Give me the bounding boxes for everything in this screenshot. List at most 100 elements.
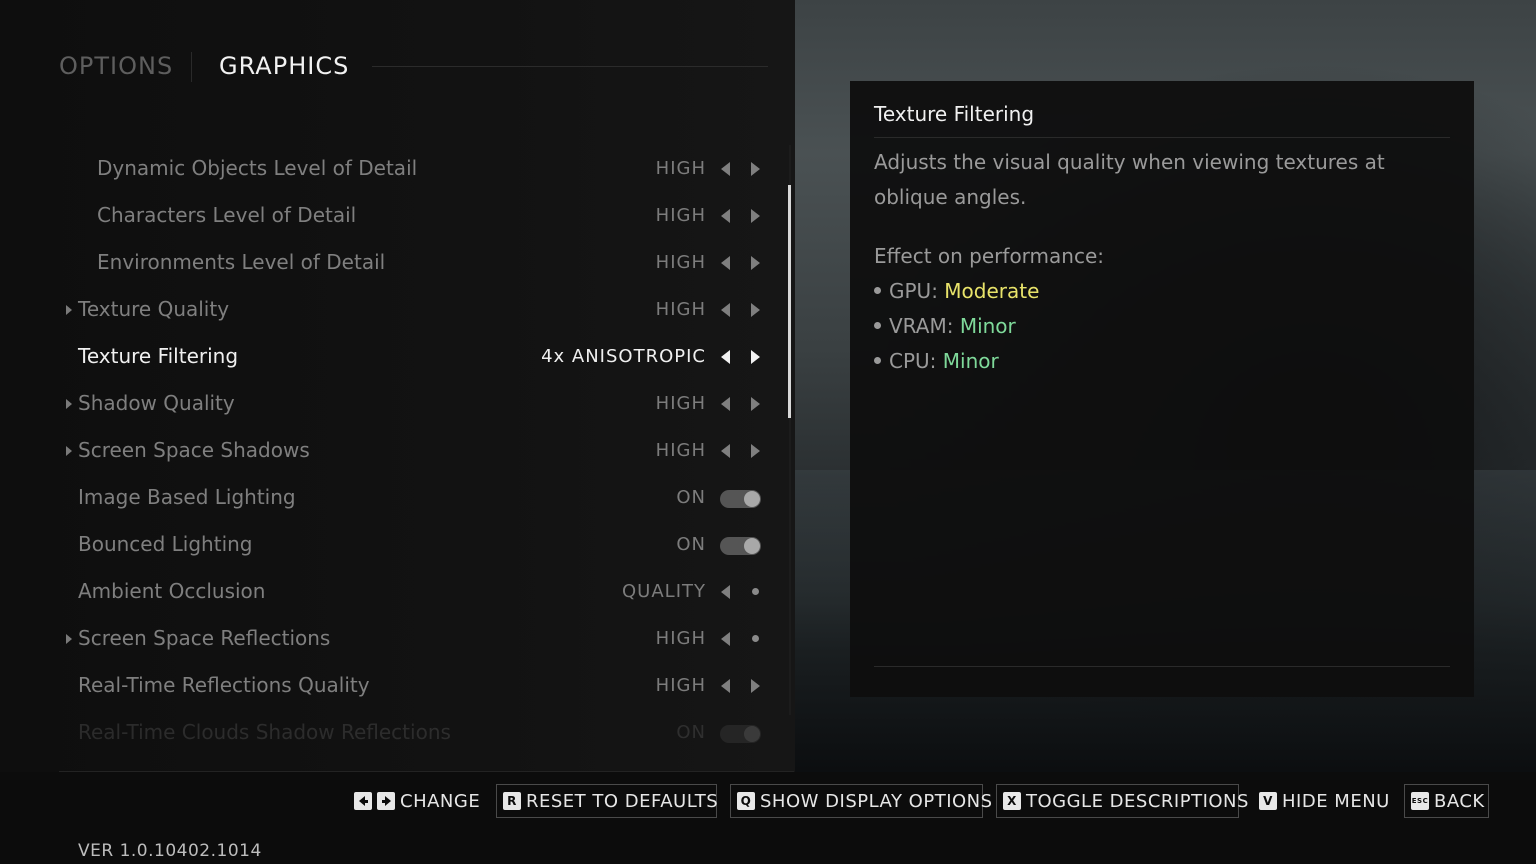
toggle-descriptions-label: TOGGLE DESCRIPTIONS — [1026, 790, 1249, 812]
setting-label: Real-Time Reflections Quality — [78, 673, 370, 697]
dot-icon — [752, 635, 759, 642]
toggle-switch[interactable] — [720, 537, 761, 555]
tab-separator — [191, 52, 192, 82]
perf-vram-label: VRAM: — [889, 314, 954, 338]
setting-row-real-time-reflections-quality[interactable]: Real-Time Reflections Quality HIGH — [0, 662, 790, 709]
setting-row-dynamic-objects-level-of-detail[interactable]: Dynamic Objects Level of Detail HIGH — [0, 145, 790, 192]
perf-gpu-label: GPU: — [889, 279, 938, 303]
setting-row-texture-filtering[interactable]: Texture Filtering 4x ANISOTROPIC — [0, 333, 790, 380]
setting-label: Ambient Occlusion — [78, 579, 266, 603]
tab-graphics[interactable]: GRAPHICS — [219, 52, 349, 80]
setting-value: HIGH — [655, 628, 706, 649]
dot-icon — [752, 588, 759, 595]
setting-label: Image Based Lighting — [78, 485, 296, 509]
description-title: Texture Filtering — [874, 102, 1035, 126]
change-label: CHANGE — [400, 790, 481, 812]
setting-label: Texture Filtering — [78, 344, 239, 368]
left-arrow-icon[interactable] — [721, 679, 730, 693]
perf-gpu: GPU: Moderate — [874, 279, 1039, 303]
setting-value: HIGH — [655, 252, 706, 273]
setting-row-image-based-lighting[interactable]: Image Based Lighting ON — [0, 474, 790, 521]
left-arrow-icon[interactable] — [721, 444, 730, 458]
performance-heading: Effect on performance: — [874, 244, 1105, 268]
toggle-knob — [744, 491, 760, 507]
left-arrow-icon[interactable] — [721, 350, 730, 364]
setting-label: Characters Level of Detail — [97, 203, 357, 227]
left-arrow-icon[interactable] — [721, 397, 730, 411]
toggle-knob — [744, 726, 760, 742]
back-button[interactable]: ESC BACK — [1404, 784, 1489, 818]
setting-value: ON — [676, 534, 706, 555]
right-arrow-key-icon — [377, 792, 395, 810]
left-arrow-icon[interactable] — [721, 162, 730, 176]
setting-value: QUALITY — [622, 581, 706, 602]
x-key-icon: X — [1003, 792, 1021, 810]
right-arrow-icon[interactable] — [751, 256, 760, 270]
setting-row-shadow-quality[interactable]: Shadow Quality HIGH — [0, 380, 790, 427]
setting-label: Real-Time Clouds Shadow Reflections — [78, 720, 451, 744]
toggle-switch[interactable] — [720, 725, 761, 743]
right-arrow-icon[interactable] — [751, 209, 760, 223]
setting-row-bounced-lighting[interactable]: Bounced Lighting ON — [0, 521, 790, 568]
bullet-icon — [874, 287, 881, 294]
header-divider — [372, 66, 768, 67]
setting-row-real-time-clouds-shadow-reflections[interactable]: Real-Time Clouds Shadow Reflections ON — [0, 709, 790, 756]
left-arrow-icon[interactable] — [721, 256, 730, 270]
perf-gpu-level: Moderate — [944, 279, 1040, 303]
setting-label: Bounced Lighting — [78, 532, 253, 556]
reset-to-defaults-button[interactable]: R RESET TO DEFAULTS — [496, 784, 718, 818]
hide-menu-label: HIDE MENU — [1282, 790, 1390, 812]
setting-row-ambient-occlusion[interactable]: Ambient Occlusion QUALITY — [0, 568, 790, 615]
perf-vram: VRAM: Minor — [874, 314, 1016, 338]
expand-caret-icon[interactable] — [66, 634, 72, 644]
setting-row-screen-space-reflections[interactable]: Screen Space Reflections HIGH — [0, 615, 790, 662]
setting-label: Texture Quality — [78, 297, 230, 321]
r-key-icon: R — [503, 792, 521, 810]
version-label: VER 1.0.10402.1014 — [78, 841, 262, 861]
setting-row-texture-quality[interactable]: Texture Quality HIGH — [0, 286, 790, 333]
setting-label: Environments Level of Detail — [97, 250, 386, 274]
left-arrow-key-icon — [354, 792, 372, 810]
setting-value: HIGH — [655, 158, 706, 179]
toggle-knob — [744, 538, 760, 554]
description-bottom-divider — [874, 666, 1450, 667]
setting-row-screen-space-shadows[interactable]: Screen Space Shadows HIGH — [0, 427, 790, 474]
left-arrow-icon[interactable] — [721, 585, 730, 599]
tab-options[interactable]: OPTIONS — [59, 52, 173, 80]
description-title-divider — [874, 137, 1450, 138]
esc-key-icon: ESC — [1411, 792, 1429, 810]
q-key-icon: Q — [737, 792, 755, 810]
expand-caret-icon[interactable] — [66, 399, 72, 409]
setting-row-characters-level-of-detail[interactable]: Characters Level of Detail HIGH — [0, 192, 790, 239]
right-arrow-icon[interactable] — [751, 679, 760, 693]
scrollbar-thumb[interactable] — [788, 185, 791, 418]
perf-vram-level: Minor — [959, 314, 1016, 338]
toggle-switch[interactable] — [720, 490, 761, 508]
expand-caret-icon[interactable] — [66, 446, 72, 456]
hide-menu-button[interactable]: V HIDE MENU — [1259, 784, 1390, 818]
back-label: BACK — [1434, 790, 1485, 812]
change-hint[interactable]: CHANGE — [354, 784, 480, 818]
right-arrow-icon[interactable] — [751, 397, 760, 411]
right-arrow-icon[interactable] — [751, 350, 760, 364]
setting-label: Shadow Quality — [78, 391, 235, 415]
right-arrow-icon[interactable] — [751, 444, 760, 458]
setting-row-environments-level-of-detail[interactable]: Environments Level of Detail HIGH — [0, 239, 790, 286]
right-arrow-icon[interactable] — [751, 303, 760, 317]
setting-label: Dynamic Objects Level of Detail — [97, 156, 418, 180]
setting-label: Screen Space Reflections — [78, 626, 331, 650]
show-display-options-button[interactable]: Q SHOW DISPLAY OPTIONS — [730, 784, 992, 818]
toggle-descriptions-button[interactable]: X TOGGLE DESCRIPTIONS — [996, 784, 1248, 818]
perf-cpu: CPU: Minor — [874, 349, 999, 373]
v-key-icon: V — [1259, 792, 1277, 810]
description-body: Adjusts the visual quality when viewing … — [874, 150, 1385, 209]
perf-cpu-level: Minor — [942, 349, 999, 373]
left-arrow-icon[interactable] — [721, 632, 730, 646]
left-arrow-icon[interactable] — [721, 303, 730, 317]
setting-value: HIGH — [655, 299, 706, 320]
setting-label: Screen Space Shadows — [78, 438, 310, 462]
expand-caret-icon[interactable] — [66, 305, 72, 315]
right-arrow-icon[interactable] — [751, 162, 760, 176]
setting-value: HIGH — [655, 440, 706, 461]
left-arrow-icon[interactable] — [721, 209, 730, 223]
